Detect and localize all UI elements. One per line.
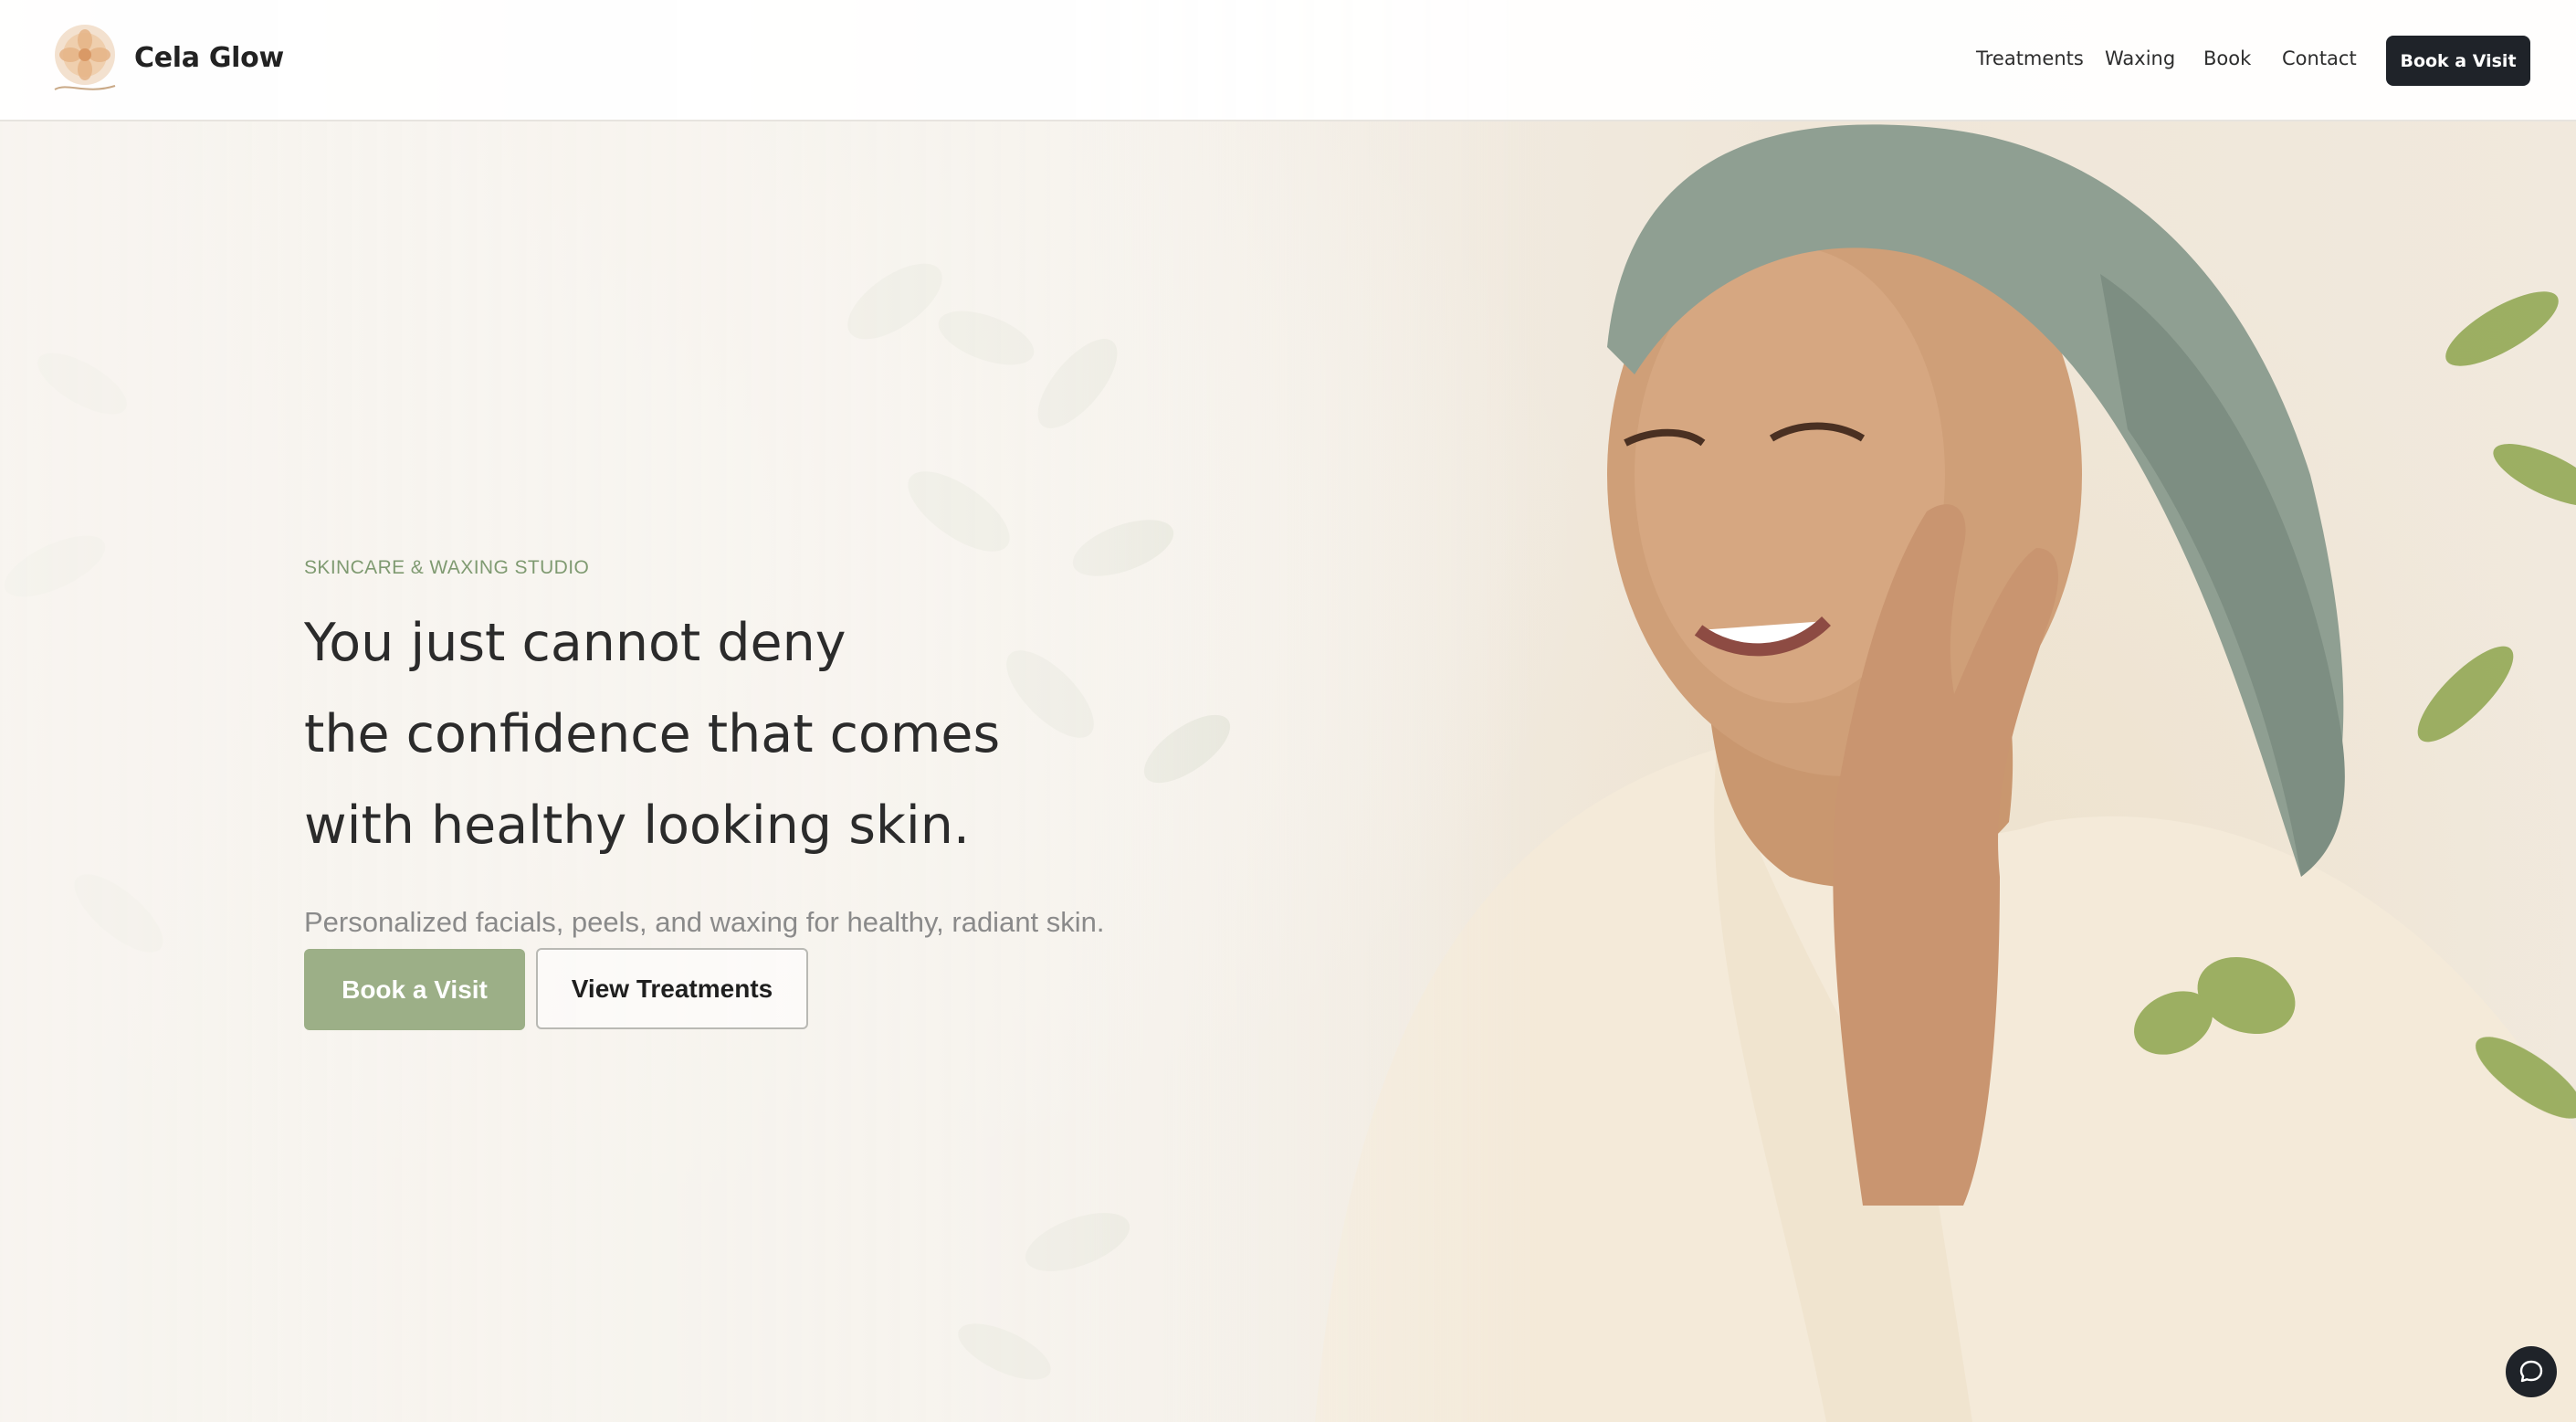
headline-line-1: You just cannot deny bbox=[304, 613, 846, 673]
main-nav: Treatments Waxing Book Contact bbox=[0, 47, 2576, 75]
view-treatments-button[interactable]: View Treatments bbox=[536, 948, 808, 1029]
nav-link-treatments[interactable]: Treatments bbox=[1976, 47, 2084, 69]
header-book-visit-button[interactable]: Book a Visit bbox=[2386, 36, 2530, 86]
hero-headline: You just cannot deny the confidence that… bbox=[304, 603, 1309, 877]
nav-link-waxing[interactable]: Waxing bbox=[2105, 47, 2175, 69]
book-visit-button[interactable]: Book a Visit bbox=[304, 949, 525, 1030]
hero-eyebrow: SKINCARE & WAXING STUDIO bbox=[304, 557, 590, 578]
chat-bubble-icon bbox=[2519, 1360, 2543, 1383]
site-header: Cela Glow Treatments Waxing Book Contact… bbox=[0, 0, 2576, 121]
nav-link-contact[interactable]: Contact bbox=[2282, 47, 2357, 69]
headline-line-3: with healthy looking skin. bbox=[304, 795, 970, 856]
hero-subtitle: Personalized facials, peels, and waxing … bbox=[304, 906, 1105, 938]
chat-button[interactable] bbox=[2506, 1346, 2557, 1397]
nav-link-book[interactable]: Book bbox=[2203, 47, 2251, 69]
headline-line-2: the confidence that comes bbox=[304, 704, 1001, 764]
